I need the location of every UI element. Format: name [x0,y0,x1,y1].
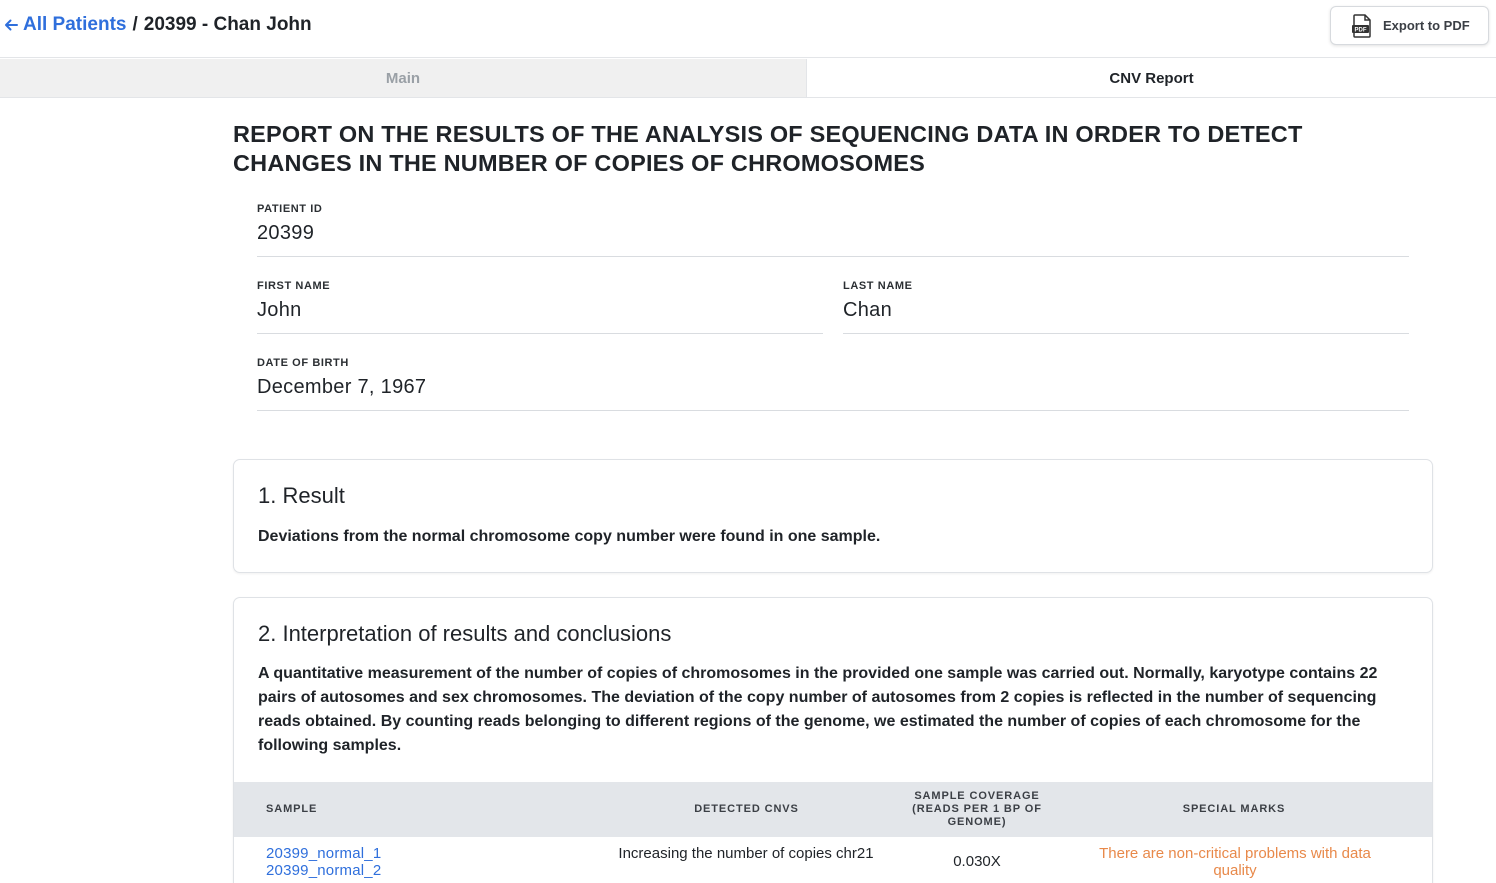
date-of-birth-label: DATE OF BIRTH [257,357,349,369]
last-name-value: Chan [843,299,893,321]
detected-cnvs-cell: Increasing the number of copies chr21 [618,845,874,862]
sample-cell: 20399_normal_1 20399_normal_2 [266,845,466,879]
report-title: REPORT ON THE RESULTS OF THE ANALYSIS OF… [233,121,1303,176]
result-card: 1. Result Deviations from the normal chr… [233,459,1433,573]
column-header-sample-coverage: SAMPLE COVERAGE (READS PER 1 BP OF GENOM… [912,790,1042,828]
column-header-special-marks: SPECIAL MARKS [1182,803,1286,815]
top-bar: All Patients / 20399 - Chan John PDF Exp… [0,0,1496,58]
interpretation-text: A quantitative measurement of the number… [258,665,1378,754]
sample-link[interactable]: 20399_normal_2 [266,862,466,879]
patient-id-label: PATIENT ID [257,203,323,215]
date-of-birth-field: DATE OF BIRTH December 7, 1967 [257,357,1409,411]
column-header-sample: SAMPLE [266,803,318,815]
back-to-all-patients-link[interactable]: All Patients [4,14,126,36]
patient-id-value: 20399 [257,222,315,244]
breadcrumb-current: 20399 - Chan John [143,14,312,35]
tab-cnv-report[interactable]: CNV Report [807,59,1496,97]
tab-main[interactable]: Main [0,59,807,97]
result-heading: 1. Result [258,483,345,508]
patient-id-field: PATIENT ID 20399 [257,203,1409,257]
date-of-birth-value: December 7, 1967 [257,376,427,398]
first-name-value: John [257,299,302,321]
last-name-field: LAST NAME Chan [843,280,1409,334]
svg-text:PDF: PDF [1355,27,1367,33]
interpretation-card: 2. Interpretation of results and conclus… [233,597,1433,883]
pdf-file-icon: PDF [1352,13,1371,38]
column-header-detected-cnvs: DETECTED CNVS [694,803,799,815]
arrow-left-icon [5,19,18,31]
breadcrumb: All Patients / 20399 - Chan John [4,14,312,36]
last-name-label: LAST NAME [843,280,913,292]
back-link-label: All Patients [23,14,127,35]
special-marks-cell: There are non-critical problems with dat… [1099,845,1371,879]
tab-bar: Main CNV Report [0,59,1496,98]
first-name-field: FIRST NAME John [257,280,823,334]
export-to-pdf-button[interactable]: PDF Export to PDF [1330,6,1489,45]
result-text: Deviations from the normal chromosome co… [258,528,881,545]
sample-link[interactable]: 20399_normal_1 [266,845,466,862]
table-row: 20399_normal_1 20399_normal_2 Increasing… [234,837,1432,883]
interpretation-heading: 2. Interpretation of results and conclus… [258,621,672,646]
results-table-header: SAMPLE DETECTED CNVS SAMPLE COVERAGE (RE… [234,782,1432,837]
first-name-label: FIRST NAME [257,280,331,292]
coverage-cell: 0.030X [953,853,1001,870]
breadcrumb-separator: / [132,14,138,35]
export-button-label: Export to PDF [1383,18,1470,33]
